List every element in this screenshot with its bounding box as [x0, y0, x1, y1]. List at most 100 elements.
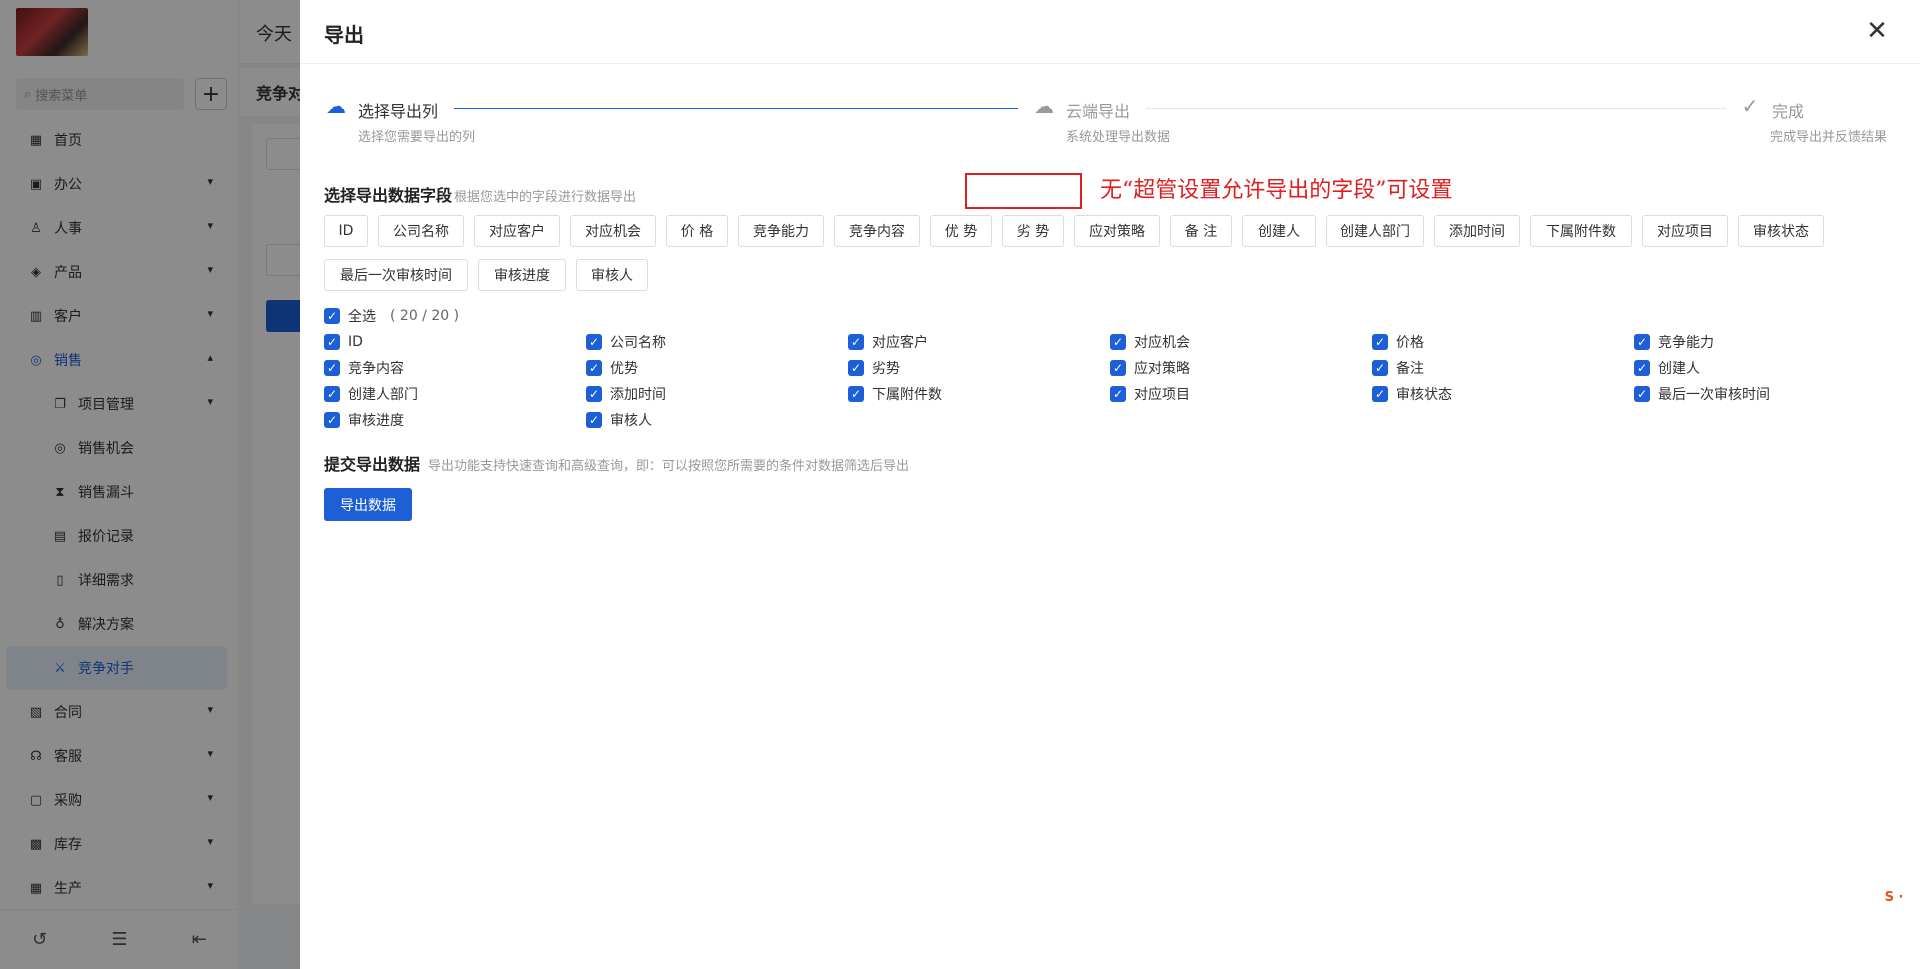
field-checkbox[interactable]: ✓ 审核人: [586, 410, 652, 430]
drawer-header: 导出 ✕: [300, 0, 1920, 64]
checkbox-label: 对应客户: [872, 335, 928, 351]
step-connector: [1146, 108, 1726, 109]
check-icon: ✓: [848, 360, 864, 376]
check-icon: ✓: [324, 308, 340, 324]
field-checkbox[interactable]: ✓ 审核进度: [324, 410, 404, 430]
field-chip[interactable]: 竞争内容: [834, 215, 920, 247]
check-icon: ✓: [1372, 386, 1388, 402]
select-count: ( 20 / 20 ): [390, 308, 460, 324]
field-checkbox[interactable]: ✓ ID: [324, 332, 363, 352]
field-chip[interactable]: 审核状态: [1738, 215, 1824, 247]
field-chip[interactable]: 对应项目: [1642, 215, 1728, 247]
checkbox-label: 最后一次审核时间: [1658, 387, 1770, 403]
field-checkbox[interactable]: ✓ 创建人部门: [324, 384, 418, 404]
field-checkbox[interactable]: ✓ 对应项目: [1110, 384, 1190, 404]
field-checkbox[interactable]: ✓ 下属附件数: [848, 384, 942, 404]
field-checkbox[interactable]: ✓ 最后一次审核时间: [1634, 384, 1770, 404]
field-chip[interactable]: 备 注: [1170, 215, 1232, 247]
step-desc: 选择您需要导出的列: [358, 130, 476, 145]
submit-hint: 导出功能支持快速查询和高级查询，即：可以按照您所需要的条件对数据筛选后导出: [428, 459, 910, 474]
checkbox-label: 竞争内容: [348, 361, 404, 377]
checkbox-label: 添加时间: [610, 387, 666, 403]
field-chip[interactable]: ID: [324, 215, 368, 247]
field-chip[interactable]: 下属附件数: [1530, 215, 1632, 247]
field-chip[interactable]: 创建人部门: [1326, 215, 1424, 247]
check-circle-icon: ✓: [1741, 94, 1759, 118]
submit-section-heading: 提交导出数据 导出功能支持快速查询和高级查询，即：可以按照您所需要的条件对数据筛…: [324, 451, 909, 475]
step-connector-active: [454, 108, 1018, 109]
field-chip[interactable]: 价 格: [666, 215, 728, 247]
checkbox-label: 劣势: [872, 361, 900, 377]
field-checkbox[interactable]: ✓ 应对策略: [1110, 358, 1190, 378]
check-icon: ✓: [1110, 386, 1126, 402]
check-icon: ✓: [848, 386, 864, 402]
check-icon: ✓: [586, 386, 602, 402]
step-title: 选择导出列: [358, 102, 439, 121]
check-icon: ✓: [1634, 386, 1650, 402]
check-icon: ✓: [324, 412, 340, 428]
checkbox-label: 公司名称: [610, 335, 666, 351]
fields-section-heading: 选择导出数据字段 根据您选中的字段进行数据导出: [324, 182, 636, 206]
field-chip[interactable]: 应对策略: [1074, 215, 1160, 247]
select-all-checkbox[interactable]: ✓ 全选 ( 20 / 20 ): [324, 306, 459, 326]
field-chip[interactable]: 审核人: [576, 259, 648, 291]
cloud-upload-icon: ☁: [326, 94, 346, 118]
ime-icon[interactable]: S ·: [1874, 886, 1914, 908]
field-chip[interactable]: 对应客户: [474, 215, 560, 247]
select-all-label: 全选: [348, 309, 376, 325]
checkbox-label: 对应机会: [1134, 335, 1190, 351]
check-icon: ✓: [324, 334, 340, 350]
check-icon: ✓: [1372, 334, 1388, 350]
drawer-title: 导出: [324, 23, 364, 47]
export-data-button[interactable]: 导出数据: [324, 488, 412, 521]
field-checkbox[interactable]: ✓ 劣势: [848, 358, 900, 378]
field-chip[interactable]: 审核进度: [478, 259, 566, 291]
checkbox-label: 价格: [1396, 335, 1424, 351]
field-checkbox[interactable]: ✓ 竞争内容: [324, 358, 404, 378]
field-chip[interactable]: 最后一次审核时间: [324, 259, 468, 291]
checkbox-label: 应对策略: [1134, 361, 1190, 377]
field-checkbox[interactable]: ✓ 公司名称: [586, 332, 666, 352]
field-checkbox[interactable]: ✓ 对应机会: [1110, 332, 1190, 352]
field-checkbox[interactable]: ✓ 竞争能力: [1634, 332, 1714, 352]
field-checkbox[interactable]: ✓ 审核状态: [1372, 384, 1452, 404]
step-desc: 系统处理导出数据: [1066, 130, 1171, 145]
checkbox-label: 创建人: [1658, 361, 1700, 377]
step-desc: 完成导出并反馈结果: [1770, 130, 1888, 145]
checkbox-label: 备注: [1396, 361, 1424, 377]
checkbox-label: 优势: [610, 361, 638, 377]
field-chip[interactable]: 竞争能力: [738, 215, 824, 247]
close-button[interactable]: ✕: [1862, 16, 1892, 46]
field-chip[interactable]: 对应机会: [570, 215, 656, 247]
check-icon: ✓: [1372, 360, 1388, 376]
checkbox-label: 审核进度: [348, 413, 404, 429]
check-icon: ✓: [1634, 360, 1650, 376]
check-icon: ✓: [1634, 334, 1650, 350]
fields-heading: 选择导出数据字段: [324, 186, 453, 205]
field-chip[interactable]: 劣 势: [1002, 215, 1064, 247]
field-checkbox[interactable]: ✓ 价格: [1372, 332, 1424, 352]
field-chip[interactable]: 优 势: [930, 215, 992, 247]
step-title: 云端导出: [1066, 102, 1131, 121]
field-checkbox[interactable]: ✓ 备注: [1372, 358, 1424, 378]
field-chip[interactable]: 添加时间: [1434, 215, 1520, 247]
field-checkbox[interactable]: ✓ 优势: [586, 358, 638, 378]
field-chip[interactable]: 公司名称: [378, 215, 464, 247]
cloud-sync-icon: ☁: [1034, 94, 1054, 118]
checkbox-label: 竞争能力: [1658, 335, 1714, 351]
field-checkbox[interactable]: ✓ 对应客户: [848, 332, 928, 352]
field-chip[interactable]: 创建人: [1242, 215, 1316, 247]
field-checkbox[interactable]: ✓ 添加时间: [586, 384, 666, 404]
check-icon: ✓: [586, 412, 602, 428]
checkbox-label: 对应项目: [1134, 387, 1190, 403]
export-drawer: 导出 ✕ ☁ 选择导出列 选择您需要导出的列 ☁ 云端导出 系统处理导出数据 ✓…: [300, 0, 1920, 969]
field-checkbox[interactable]: ✓ 创建人: [1634, 358, 1700, 378]
export-steps: ☁ 选择导出列 选择您需要导出的列 ☁ 云端导出 系统处理导出数据 ✓ 完成 完…: [324, 92, 1898, 152]
checkbox-label: 审核人: [610, 413, 652, 429]
check-icon: ✓: [586, 360, 602, 376]
annotation-text: 无“超管设置允许导出的字段”可设置: [1100, 178, 1453, 203]
submit-heading: 提交导出数据: [324, 455, 421, 474]
check-icon: ✓: [586, 334, 602, 350]
checkbox-label: 审核状态: [1396, 387, 1452, 403]
step-title: 完成: [1772, 102, 1805, 121]
